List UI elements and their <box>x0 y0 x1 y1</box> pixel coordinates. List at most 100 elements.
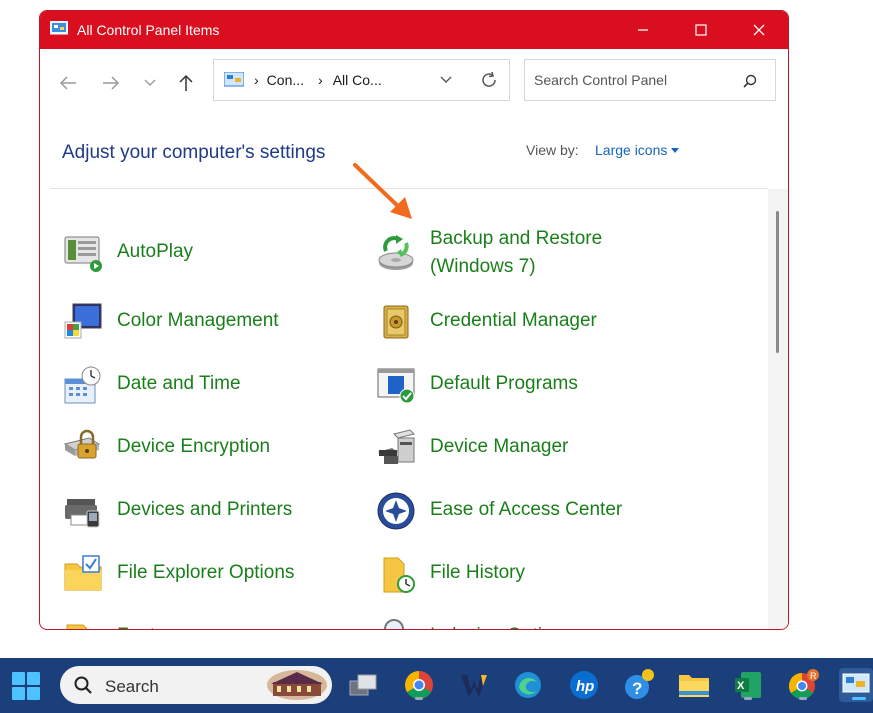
item-indexing-options[interactable]: Indexing Options <box>376 617 573 629</box>
address-bar[interactable]: › Con... › All Co... <box>213 59 510 101</box>
forward-arrow-icon <box>103 76 120 90</box>
backup-restore-icon <box>378 235 414 270</box>
device-encryption-icon <box>63 429 101 459</box>
maximize-icon <box>695 24 707 36</box>
item-file-history[interactable]: File History <box>376 554 525 594</box>
windows-logo-icon <box>27 672 40 685</box>
view-by-value: Large icons <box>595 142 668 158</box>
vertical-scrollbar[interactable] <box>768 189 788 629</box>
minimize-button[interactable] <box>614 11 672 49</box>
item-label: Credential Manager <box>430 310 597 331</box>
items-grid: AutoPlay Color Management Date and Time … <box>40 189 769 629</box>
item-label: Devices and Printers <box>117 499 293 520</box>
svg-text:hp: hp <box>576 678 594 695</box>
breadcrumb-control-panel[interactable]: Con... <box>267 72 304 88</box>
close-icon <box>753 24 765 36</box>
maximize-button[interactable] <box>672 11 730 49</box>
item-file-explorer-options[interactable]: File Explorer Options <box>63 554 294 594</box>
item-device-manager[interactable]: Device Manager <box>376 428 568 468</box>
taskbar-app-edge[interactable] <box>511 668 545 702</box>
item-devices-printers[interactable]: Devices and Printers <box>63 491 292 531</box>
back-arrow-icon <box>59 76 76 90</box>
file-explorer-options-icon <box>64 555 102 591</box>
file-explorer-icon <box>679 675 709 697</box>
credential-manager-icon <box>383 305 409 339</box>
taskbar-app-file-explorer[interactable] <box>677 668 711 702</box>
view-by-dropdown[interactable]: Large icons <box>595 142 680 158</box>
minimize-icon <box>638 29 648 31</box>
item-default-programs[interactable]: Default Programs <box>376 365 578 405</box>
excel-icon: X <box>735 672 761 698</box>
control-panel-icon <box>224 72 244 87</box>
taskbar-app-w[interactable] <box>457 668 491 702</box>
title-bar[interactable]: All Control Panel Items <box>40 11 788 49</box>
item-color-management[interactable]: Color Management <box>63 302 279 342</box>
item-label: Color Management <box>117 310 279 331</box>
item-autoplay[interactable]: AutoPlay <box>63 233 193 273</box>
taskbar-search[interactable]: Search <box>60 666 332 704</box>
task-view-button[interactable] <box>346 668 380 702</box>
start-button[interactable] <box>12 672 40 700</box>
taskbar-app-control-panel[interactable] <box>839 668 873 702</box>
autoplay-icon <box>64 236 102 272</box>
search-box[interactable] <box>524 59 776 101</box>
scrollbar-thumb[interactable] <box>776 211 779 353</box>
item-device-encryption[interactable]: Device Encryption <box>63 428 270 468</box>
back-button[interactable] <box>54 69 82 97</box>
recent-locations-button[interactable] <box>136 69 164 97</box>
fonts-icon: A <box>66 624 88 629</box>
taskbar-app-chrome[interactable] <box>402 668 436 702</box>
search-highlight-icon <box>267 670 327 700</box>
chrome-icon <box>405 671 433 699</box>
taskbar-search-text: Search <box>105 677 159 696</box>
item-label: Device Manager <box>430 436 569 457</box>
taskbar-app-chrome-profile[interactable]: R <box>786 668 820 702</box>
navigation-bar: › Con... › All Co... <box>40 49 788 121</box>
item-label: Ease of Access Center <box>430 499 623 520</box>
view-by-label: View by: <box>526 142 579 158</box>
item-date-time[interactable]: Date and Time <box>63 365 241 405</box>
color-management-icon <box>64 303 102 339</box>
window-title: All Control Panel Items <box>77 22 220 38</box>
search-icon[interactable] <box>743 74 757 88</box>
taskbar-app-help[interactable]: ? <box>622 668 656 702</box>
breadcrumb-all-items[interactable]: All Co... <box>333 72 382 88</box>
page-heading: Adjust your computer's settings <box>62 142 326 163</box>
item-ease-of-access[interactable]: Ease of Access Center <box>376 491 622 531</box>
search-icon <box>74 676 92 694</box>
device-manager-icon <box>378 429 415 464</box>
edge-icon <box>515 672 541 698</box>
up-button[interactable] <box>172 69 200 97</box>
item-backup-restore[interactable]: Backup and Restore (Windows 7) <box>376 228 602 281</box>
control-panel-icon <box>50 21 68 35</box>
dropdown-caret-icon <box>671 147 680 153</box>
item-credential-manager[interactable]: Credential Manager <box>376 302 597 342</box>
item-label: File History <box>430 562 526 583</box>
refresh-icon[interactable] <box>480 71 498 89</box>
file-history-icon <box>383 557 415 593</box>
help-icon: ? <box>625 669 654 699</box>
windows-logo-icon <box>12 687 25 700</box>
control-panel-window: All Control Panel Items › Con... › All C… <box>39 10 789 630</box>
forward-button[interactable] <box>97 69 125 97</box>
item-label: Fonts <box>117 622 165 629</box>
taskbar: Search hp ? X R <box>0 658 873 713</box>
taskbar-app-hp[interactable]: hp <box>567 668 601 702</box>
item-label: Default Programs <box>430 373 578 394</box>
svg-text:R: R <box>810 671 817 681</box>
search-input[interactable] <box>534 60 734 100</box>
taskbar-app-excel[interactable]: X <box>731 668 765 702</box>
chevron-down-icon[interactable] <box>440 76 452 84</box>
close-button[interactable] <box>730 11 788 49</box>
chevron-down-icon <box>144 79 156 86</box>
windows-logo-icon <box>27 687 40 700</box>
item-label: Backup and Restore (Windows 7) <box>430 228 603 277</box>
item-label: File Explorer Options <box>117 562 295 583</box>
up-arrow-icon <box>179 74 193 91</box>
w-app-icon <box>461 675 487 697</box>
default-programs-icon <box>377 368 415 404</box>
devices-printers-icon <box>65 499 100 528</box>
item-fonts[interactable]: A Fonts <box>63 617 165 629</box>
item-label: AutoPlay <box>117 241 194 262</box>
breadcrumb-separator-icon: › <box>318 72 323 88</box>
